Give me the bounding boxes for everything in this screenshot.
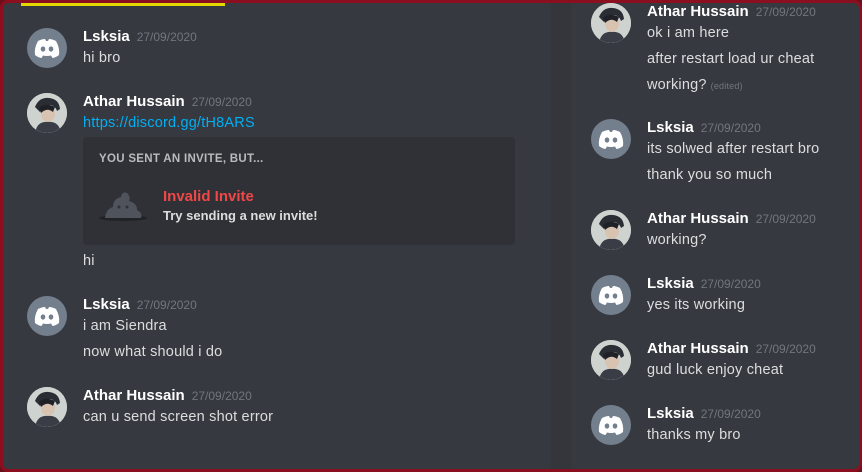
- author-name[interactable]: Athar Hussain: [647, 340, 749, 357]
- message-text: hi bro: [83, 50, 121, 66]
- message-text: after restart load ur cheat: [647, 51, 815, 67]
- message-author[interactable]: Athar Hussain 27/09/2020: [83, 387, 252, 404]
- message-text: thanks my bro: [647, 427, 741, 443]
- message-text: can u send screen shot error: [83, 409, 274, 425]
- message-author[interactable]: Lsksia 27/09/2020: [647, 119, 761, 136]
- message-text: working? (edited): [647, 77, 743, 93]
- message-author[interactable]: Athar Hussain 27/09/2020: [647, 3, 816, 20]
- message-text: yes its working: [647, 297, 746, 313]
- right-chat-column: Athar Hussain 27/09/2020 ok i am here aft…: [571, 3, 859, 469]
- message-timestamp: 27/09/2020: [700, 121, 761, 135]
- user-photo-avatar-icon[interactable]: [591, 210, 631, 250]
- discord-default-avatar-icon[interactable]: [27, 296, 67, 336]
- message-timestamp: 27/09/2020: [755, 342, 816, 356]
- invite-card-subtitle: Try sending a new invite!: [163, 208, 318, 223]
- message-text: working?: [647, 232, 707, 248]
- invite-card-title: Invalid Invite: [163, 188, 254, 205]
- message-text-content: working?: [647, 77, 707, 93]
- message-text: its solwed after restart bro: [647, 141, 820, 157]
- message-author[interactable]: Athar Hussain 27/09/2020: [647, 340, 816, 357]
- user-photo-avatar-icon[interactable]: [27, 387, 67, 427]
- author-name[interactable]: Lsksia: [647, 275, 694, 292]
- author-name[interactable]: Athar Hussain: [647, 210, 749, 227]
- message-timestamp: 27/09/2020: [755, 5, 816, 19]
- user-photo-avatar-icon[interactable]: [591, 3, 631, 43]
- message-text: now what should i do: [83, 344, 223, 360]
- discord-default-avatar-icon[interactable]: [591, 275, 631, 315]
- message-author[interactable]: Lsksia 27/09/2020: [647, 405, 761, 422]
- message-timestamp: 27/09/2020: [191, 95, 252, 109]
- discord-default-avatar-icon[interactable]: [591, 119, 631, 159]
- message-text: ok i am here: [647, 25, 730, 41]
- message-timestamp: 27/09/2020: [136, 298, 197, 312]
- column-divider: [551, 3, 571, 469]
- invalid-invite-icon: [97, 185, 149, 225]
- author-name[interactable]: Athar Hussain: [647, 3, 749, 20]
- author-name[interactable]: Athar Hussain: [83, 93, 185, 110]
- edited-marker: (edited): [710, 81, 743, 91]
- message-timestamp: 27/09/2020: [755, 212, 816, 226]
- left-chat-column: Lsksia 27/09/2020 hi bro Athar Hussain 27/…: [3, 3, 551, 469]
- message-text: hi: [83, 253, 95, 269]
- user-photo-avatar-icon[interactable]: [27, 93, 67, 133]
- author-name[interactable]: Lsksia: [647, 119, 694, 136]
- chat-window: Lsksia 27/09/2020 hi bro Athar Hussain 27/…: [0, 0, 862, 472]
- invite-link[interactable]: https://discord.gg/tH8ARS: [83, 115, 255, 131]
- message-author[interactable]: Athar Hussain 27/09/2020: [83, 93, 252, 110]
- user-photo-avatar-icon[interactable]: [591, 340, 631, 380]
- invite-card: YOU SENT AN INVITE, BUT... Invalid Invit…: [83, 137, 515, 245]
- author-name[interactable]: Athar Hussain: [83, 387, 185, 404]
- message-text: thank you so much: [647, 167, 773, 183]
- author-name[interactable]: Lsksia: [647, 405, 694, 422]
- message-text: gud luck enjoy cheat: [647, 362, 784, 378]
- message-timestamp: 27/09/2020: [136, 30, 197, 44]
- author-name[interactable]: Lsksia: [83, 28, 130, 45]
- message-timestamp: 27/09/2020: [700, 277, 761, 291]
- message-timestamp: 27/09/2020: [700, 407, 761, 421]
- message-author[interactable]: Lsksia 27/09/2020: [647, 275, 761, 292]
- message-author[interactable]: Lsksia 27/09/2020: [83, 296, 197, 313]
- author-name[interactable]: Lsksia: [83, 296, 130, 313]
- discord-default-avatar-icon[interactable]: [591, 405, 631, 445]
- message-text: i am Siendra: [83, 318, 167, 334]
- message-author[interactable]: Athar Hussain 27/09/2020: [647, 210, 816, 227]
- message-timestamp: 27/09/2020: [191, 389, 252, 403]
- invite-card-header: YOU SENT AN INVITE, BUT...: [99, 153, 264, 165]
- message-author[interactable]: Lsksia 27/09/2020: [83, 28, 197, 45]
- discord-default-avatar-icon[interactable]: [27, 28, 67, 68]
